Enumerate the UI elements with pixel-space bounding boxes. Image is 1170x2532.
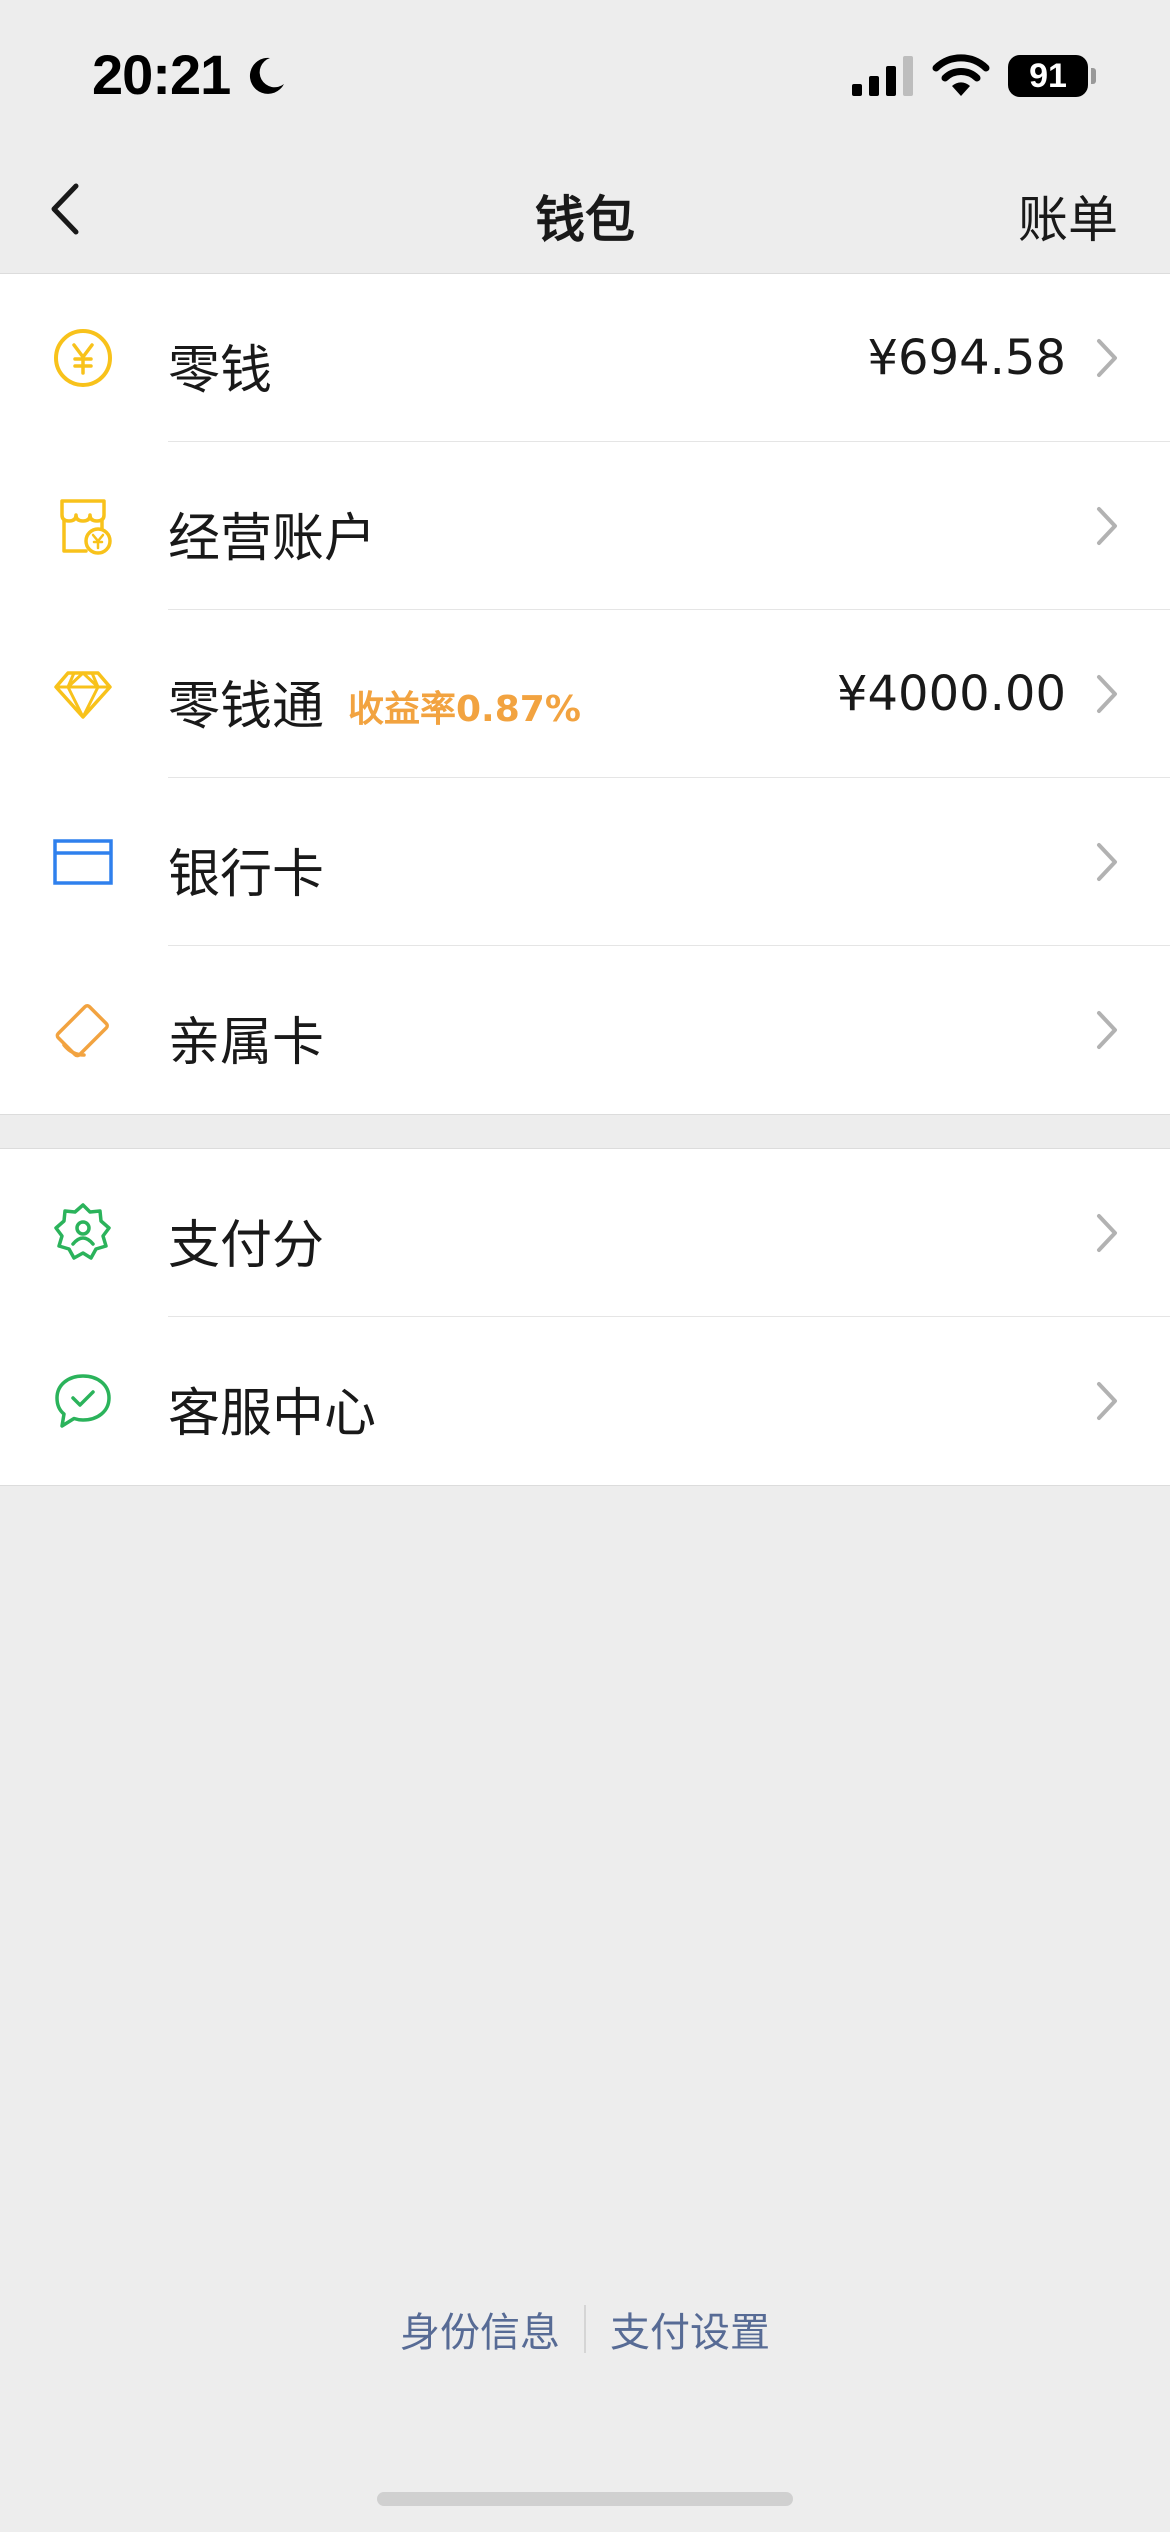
status-time: 20:21 bbox=[92, 43, 231, 106]
yield-rate-badge: 收益率0.87% bbox=[348, 689, 581, 730]
pay-settings-link[interactable]: 支付设置 bbox=[586, 2300, 794, 2358]
row-bank-card[interactable]: 银行卡 bbox=[0, 778, 1170, 946]
shop-account-icon bbox=[60, 499, 112, 555]
row-label: 客服中心 bbox=[168, 1384, 377, 1444]
row-label: 支付分 bbox=[168, 1216, 325, 1276]
yuan-coin-icon bbox=[54, 329, 112, 387]
footer-links: 身份信息 支付设置 bbox=[0, 2300, 1170, 2358]
bank-card-icon bbox=[53, 839, 113, 885]
row-lingqiantong[interactable]: 零钱通 收益率0.87% ¥4000.00 bbox=[0, 610, 1170, 778]
row-label: 经营账户 bbox=[168, 509, 377, 569]
nav-bar: 钱包 账单 bbox=[0, 150, 1170, 274]
page-title: 钱包 bbox=[535, 191, 635, 249]
row-label: 零钱通 bbox=[168, 677, 325, 737]
row-business-account[interactable]: 经营账户 bbox=[0, 442, 1170, 610]
row-label: 银行卡 bbox=[168, 845, 325, 905]
wifi-icon bbox=[932, 54, 990, 96]
cellular-signal-icon bbox=[852, 56, 913, 96]
row-value: ¥694.58 bbox=[867, 330, 1067, 386]
chevron-right-icon bbox=[1097, 675, 1117, 713]
bill-button[interactable]: 账单 bbox=[1018, 180, 1118, 252]
pay-score-badge-icon bbox=[54, 1203, 111, 1260]
wallet-group: 零钱 ¥694.58 经营账户 零钱通 收益率0.87% ¥4000.00 银行… bbox=[0, 273, 1170, 1115]
row-customer-service[interactable]: 客服中心 bbox=[0, 1317, 1170, 1485]
service-group: 支付分 客服中心 bbox=[0, 1148, 1170, 1486]
battery-icon: 91 bbox=[1008, 55, 1088, 97]
row-label: 亲属卡 bbox=[168, 1013, 325, 1073]
chevron-right-icon bbox=[1097, 1011, 1117, 1049]
battery-tip bbox=[1091, 68, 1096, 84]
status-bar: 20:21 91 bbox=[0, 0, 1170, 150]
customer-service-icon bbox=[55, 1374, 111, 1428]
row-family-card[interactable]: 亲属卡 bbox=[0, 946, 1170, 1114]
chevron-right-icon bbox=[1097, 843, 1117, 881]
diamond-icon bbox=[54, 671, 112, 719]
chevron-right-icon bbox=[1097, 1214, 1117, 1252]
row-label: 零钱 bbox=[168, 341, 273, 401]
moon-icon bbox=[249, 57, 284, 94]
row-pay-score[interactable]: 支付分 bbox=[0, 1149, 1170, 1317]
chevron-right-icon bbox=[1097, 507, 1117, 545]
row-change[interactable]: 零钱 ¥694.58 bbox=[0, 274, 1170, 442]
battery-level: 91 bbox=[1029, 57, 1067, 95]
identity-info-link[interactable]: 身份信息 bbox=[376, 2300, 584, 2358]
home-indicator[interactable] bbox=[377, 2492, 793, 2506]
chevron-right-icon bbox=[1097, 339, 1117, 377]
row-value: ¥4000.00 bbox=[836, 666, 1066, 722]
family-card-icon bbox=[55, 1004, 109, 1058]
chevron-right-icon bbox=[1097, 1382, 1117, 1420]
